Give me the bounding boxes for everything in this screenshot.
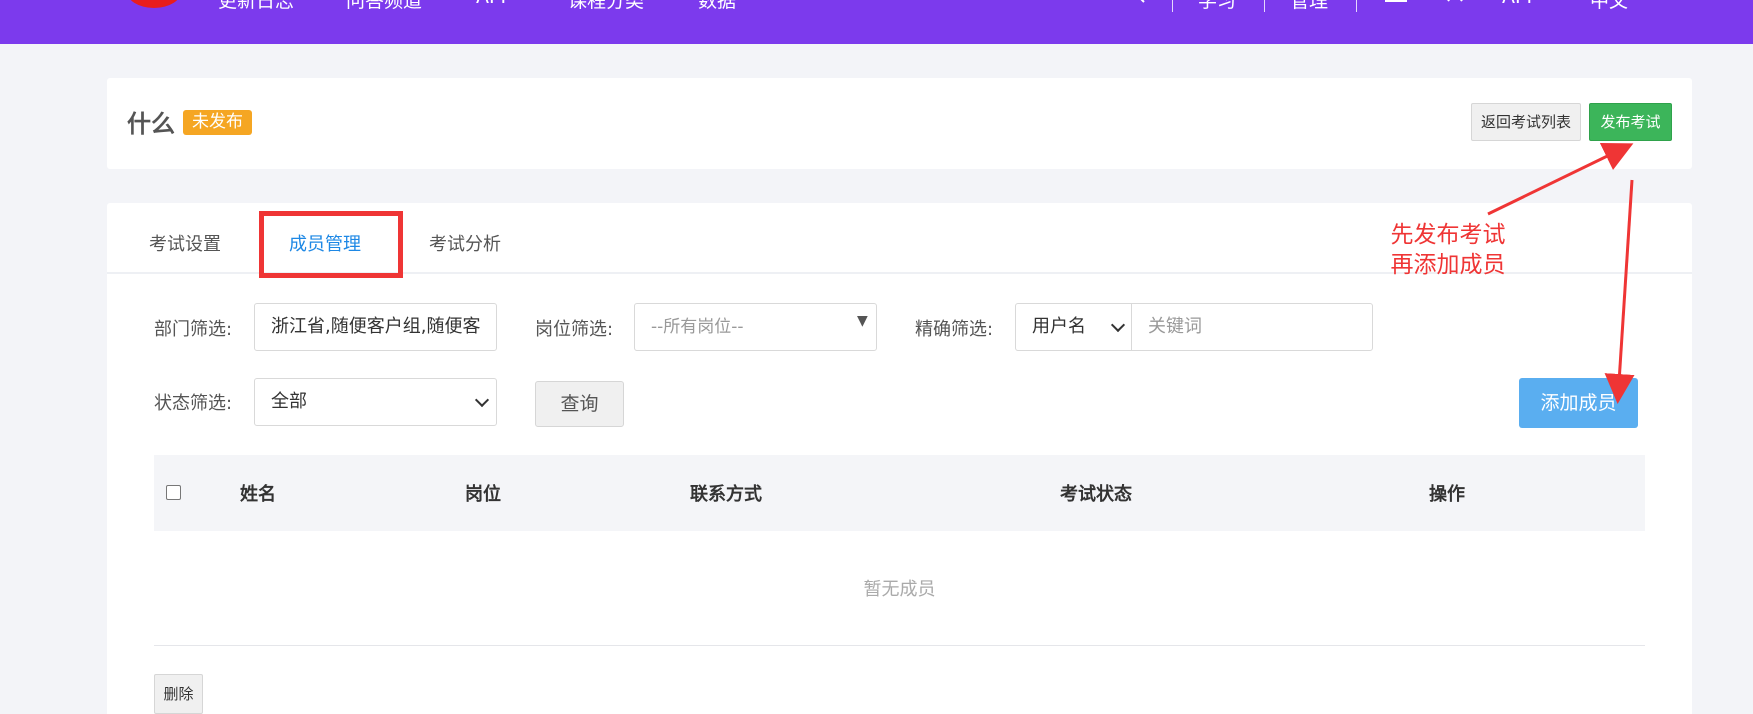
divider [154,645,1645,646]
keyword-input[interactable]: 关键词 [1131,303,1373,351]
table-header: 姓名 岗位 联系方式 考试状态 操作 [154,455,1645,531]
exact-filter-label: 精确筛选: [915,319,994,340]
department-filter-input[interactable]: 浙江省,随便客户组,随便客 [254,303,497,351]
status-filter-select[interactable]: 全部 [254,378,497,426]
status-badge: 未发布 [183,110,252,135]
divider [1264,0,1265,12]
status-filter-label: 状态筛选: [154,393,233,414]
select-all-checkbox[interactable] [166,485,181,500]
tab-exam-analysis[interactable]: 考试分析 [429,230,501,256]
highlight-box [259,211,403,278]
delete-button[interactable]: 删除 [154,674,203,714]
nav-item-manage[interactable]: 管理 [1290,0,1328,13]
message-icon[interactable] [1385,0,1407,4]
language-selector[interactable]: 中文 [1590,0,1628,13]
column-header-contact: 联系方式 [690,484,762,505]
top-navigation-bar: 更新日志 问答频道 API 课程分类 数据 学习 管理 API 中文 [0,0,1753,44]
column-header-name: 姓名 [240,484,276,505]
nav-item-learn[interactable]: 学习 [1198,0,1236,13]
position-filter-label: 岗位筛选: [535,319,614,340]
department-filter-label: 部门筛选: [154,319,233,340]
query-button[interactable]: 查询 [535,381,624,427]
publish-exam-button[interactable]: 发布考试 [1589,103,1672,141]
user-icon[interactable] [1446,0,1464,4]
page-title: 什么 [127,110,175,138]
add-member-button[interactable]: 添加成员 [1519,378,1638,428]
search-icon[interactable] [1125,0,1145,4]
column-header-position: 岗位 [465,484,501,505]
column-header-actions: 操作 [1429,484,1465,505]
nav-item-api-right[interactable]: API [1502,0,1532,8]
caret-down-icon: ▼ [857,313,868,329]
empty-state-text: 暂无成员 [863,579,936,600]
position-filter-select[interactable]: --所有岗位-- [634,303,877,351]
annotation-note: 先发布考试 再添加成员 [1378,220,1518,280]
divider [1172,0,1173,12]
top-right-menu: 学习 管理 API 中文 [0,0,1753,16]
annotation-line-2: 再添加成员 [1390,252,1506,278]
back-to-list-button[interactable]: 返回考试列表 [1471,103,1581,141]
column-header-exam-status: 考试状态 [1060,484,1132,505]
exam-header: 什么 未发布 返回考试列表 发布考试 [107,78,1692,169]
annotation-line-1: 先发布考试 [1390,222,1506,248]
tab-exam-settings[interactable]: 考试设置 [149,230,221,256]
divider [1356,0,1357,12]
